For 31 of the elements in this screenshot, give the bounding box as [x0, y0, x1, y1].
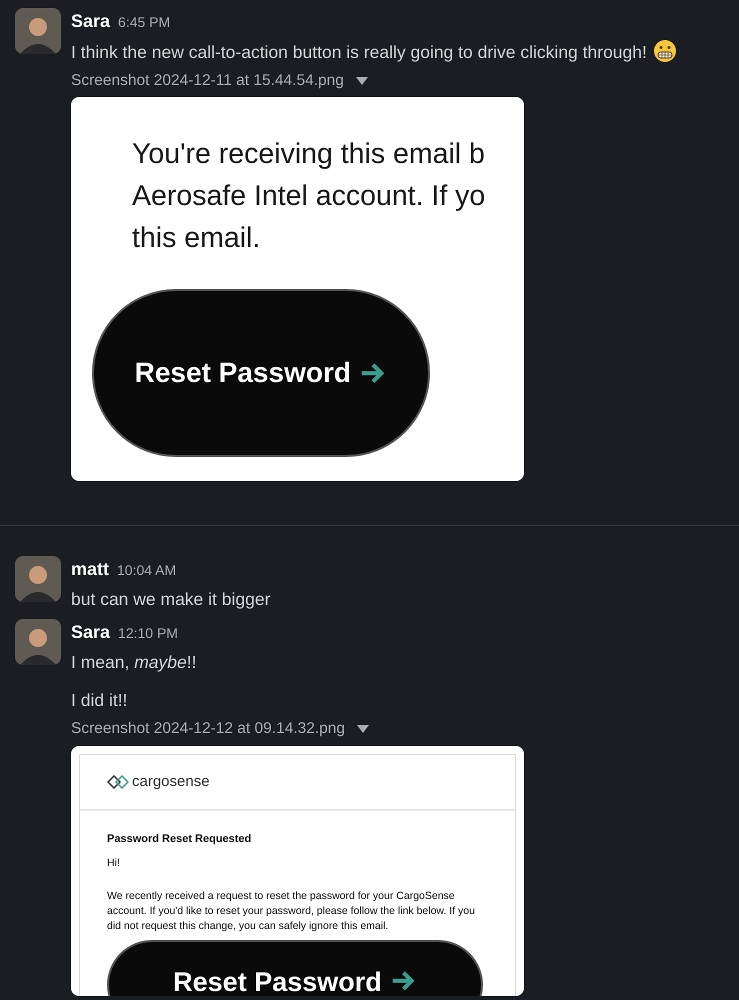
file-name: Screenshot 2024-12-12 at 09.14.32.png: [71, 719, 346, 740]
logo-icon: [107, 774, 129, 789]
timestamp: 10:04 AM: [117, 561, 176, 580]
reset-password-button: Reset Password: [92, 289, 430, 458]
arrow-icon: [359, 362, 388, 384]
timestamp: 6:45 PM: [118, 13, 170, 32]
email-heading: Password Reset Requested: [107, 832, 252, 847]
reset-password-button: Reset Password: [107, 940, 483, 996]
message-text: I mean, maybe!!: [71, 652, 196, 672]
author-name: Sara: [71, 10, 110, 33]
email-greeting: Hi!: [107, 856, 121, 870]
email-body: We recently received a request to reset the password for your CargoSense account. If you'd like to reset your password, please follow the link below. If you did not request this change, you can safely ignore this email.: [107, 889, 476, 934]
email-text: Aerosafe Intel account. If yo: [132, 179, 486, 214]
caret-icon[interactable]: [357, 725, 370, 734]
timestamp: 12:10 PM: [118, 624, 178, 644]
logo-text: cargosense: [132, 772, 210, 792]
avatar: [15, 619, 61, 666]
message-text: I think the new call-to-action button is really going to drive clicking through!: [71, 42, 647, 62]
author-name: Sara: [71, 621, 110, 644]
caret-icon[interactable]: [356, 76, 368, 85]
author-name: matt: [71, 558, 110, 582]
image-attachment[interactable]: [71, 746, 524, 996]
file-name: Screenshot 2024-12-11 at 15.44.54.png: [71, 71, 344, 91]
email-text: You're receiving this email b: [132, 137, 486, 172]
message-text: but can we make it bigger: [71, 589, 270, 610]
message-text: I did it!!: [71, 690, 128, 710]
avatar: [15, 8, 61, 54]
email-text: this email.: [132, 221, 262, 256]
arrow-icon: [390, 970, 417, 992]
image-attachment[interactable]: You're receiving this email b Aerosafe Intel account. If yo this email. Reset Password: [71, 97, 524, 482]
avatar: [15, 556, 61, 602]
